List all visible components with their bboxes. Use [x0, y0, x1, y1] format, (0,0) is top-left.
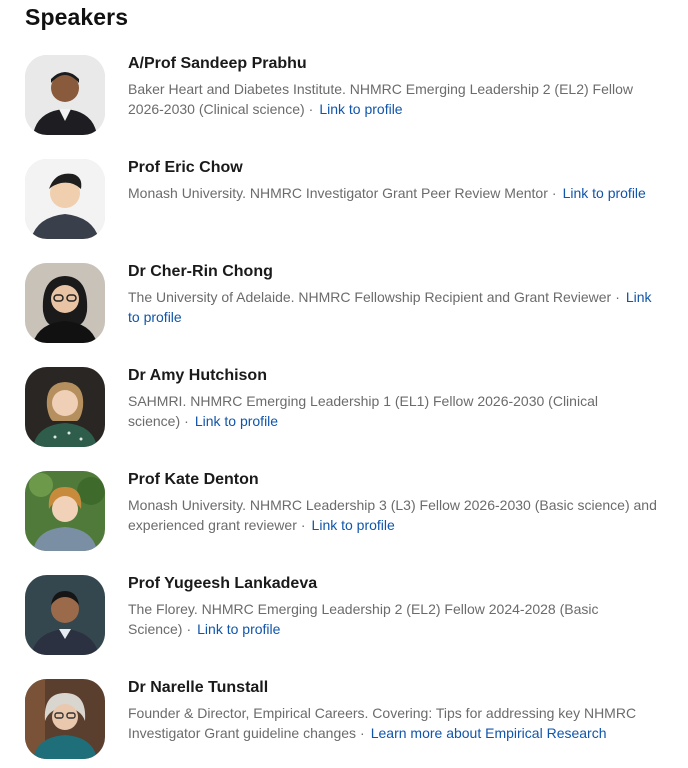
speaker-card: Prof Yugeesh Lankadeva The Florey. NHMRC… — [25, 575, 665, 657]
profile-link[interactable]: Link to profile — [195, 413, 278, 429]
speaker-description: Founder & Director, Empirical Careers. C… — [128, 705, 637, 741]
speaker-description: Monash University. NHMRC Leadership 3 (L… — [128, 497, 657, 533]
section-heading: Speakers — [25, 4, 129, 30]
speakers-section: Speakers A/Prof Sandeep Prabhu Baker Hea… — [0, 0, 688, 768]
profile-link[interactable]: Link to profile — [319, 101, 402, 117]
speaker-description: Baker Heart and Diabetes Institute. NHMR… — [128, 81, 634, 117]
speaker-photo — [25, 159, 105, 239]
speaker-photo — [25, 367, 105, 447]
profile-link[interactable]: Link to profile — [312, 517, 395, 533]
speaker-card: Prof Kate Denton Monash University. NHMR… — [25, 471, 665, 553]
profile-link[interactable]: Link to profile — [197, 621, 280, 637]
speaker-photo — [25, 263, 105, 343]
speaker-name: Dr Narelle Tunstall — [128, 679, 269, 696]
speaker-description: Monash University. NHMRC Investigator Gr… — [128, 185, 646, 201]
speaker-description: The University of Adelaide. NHMRC Fellow… — [128, 289, 652, 325]
speaker-name: Dr Amy Hutchison — [128, 367, 267, 384]
separator-dot: · — [300, 517, 306, 533]
speaker-name: Dr Cher-Rin Chong — [128, 263, 273, 280]
speaker-name: Prof Kate Denton — [128, 471, 259, 488]
separator-dot: · — [184, 413, 189, 429]
separator-dot: · — [308, 101, 314, 117]
speaker-description: The Florey. NHMRC Emerging Leadership 2 … — [128, 601, 599, 637]
profile-link[interactable]: Link to profile — [563, 185, 646, 201]
speaker-card: Dr Cher-Rin Chong The University of Adel… — [25, 263, 665, 345]
separator-dot: · — [360, 725, 365, 741]
separator-dot: · — [551, 185, 557, 201]
speaker-description: SAHMRI. NHMRC Emerging Leadership 1 (EL1… — [128, 393, 598, 429]
speaker-name: Prof Eric Chow — [128, 159, 243, 176]
speaker-name: Prof Yugeesh Lankadeva — [128, 575, 318, 592]
separator-dot: · — [615, 289, 620, 305]
profile-link[interactable]: Learn more about Empirical Research — [371, 725, 607, 741]
speaker-photo — [25, 55, 105, 135]
separator-dot: · — [186, 621, 192, 637]
speaker-card: Dr Narelle Tunstall Founder & Director, … — [25, 679, 665, 761]
speaker-photo — [25, 679, 105, 759]
speaker-card: A/Prof Sandeep Prabhu Baker Heart and Di… — [25, 55, 665, 137]
speaker-card: Prof Eric Chow Monash University. NHMRC … — [25, 159, 665, 241]
speaker-photo — [25, 471, 105, 551]
speaker-name: A/Prof Sandeep Prabhu — [128, 55, 307, 72]
speaker-photo — [25, 575, 105, 655]
speaker-card: Dr Amy Hutchison SAHMRI. NHMRC Emerging … — [25, 367, 665, 449]
